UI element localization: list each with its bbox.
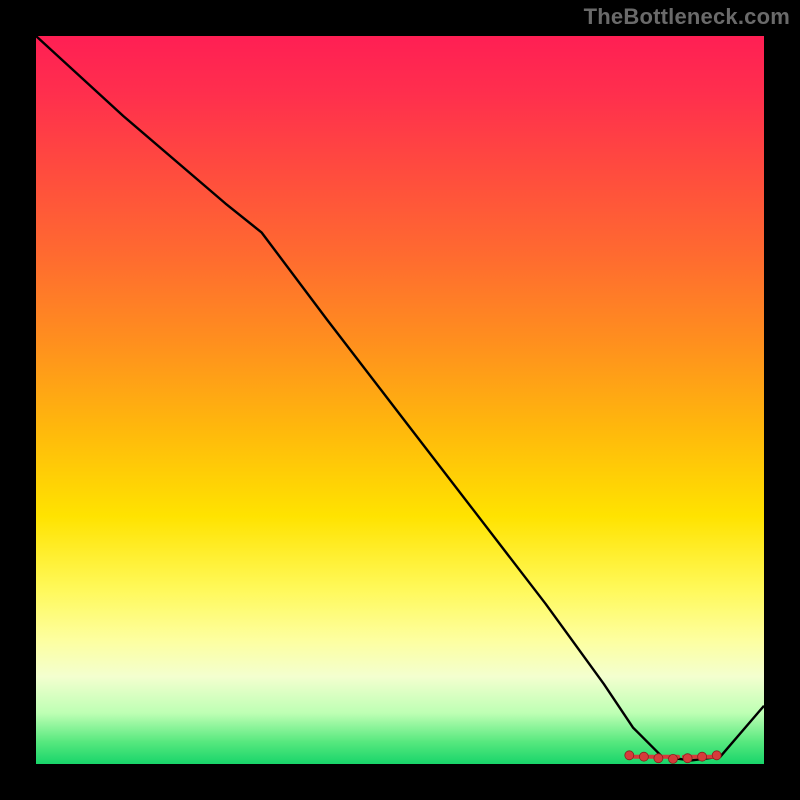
plot-area	[36, 36, 764, 764]
marker-dot	[625, 751, 634, 760]
marker-dot	[698, 752, 707, 761]
marker-dot	[712, 751, 721, 760]
marker-dots	[625, 751, 721, 764]
chart-stage: TheBottleneck.com	[0, 0, 800, 800]
marker-dot	[683, 754, 692, 763]
marker-dot	[654, 754, 663, 763]
watermark-text: TheBottleneck.com	[584, 4, 790, 30]
data-curve	[36, 36, 764, 760]
marker-dot	[669, 754, 678, 763]
marker-dot	[639, 752, 648, 761]
chart-overlay	[36, 36, 764, 764]
